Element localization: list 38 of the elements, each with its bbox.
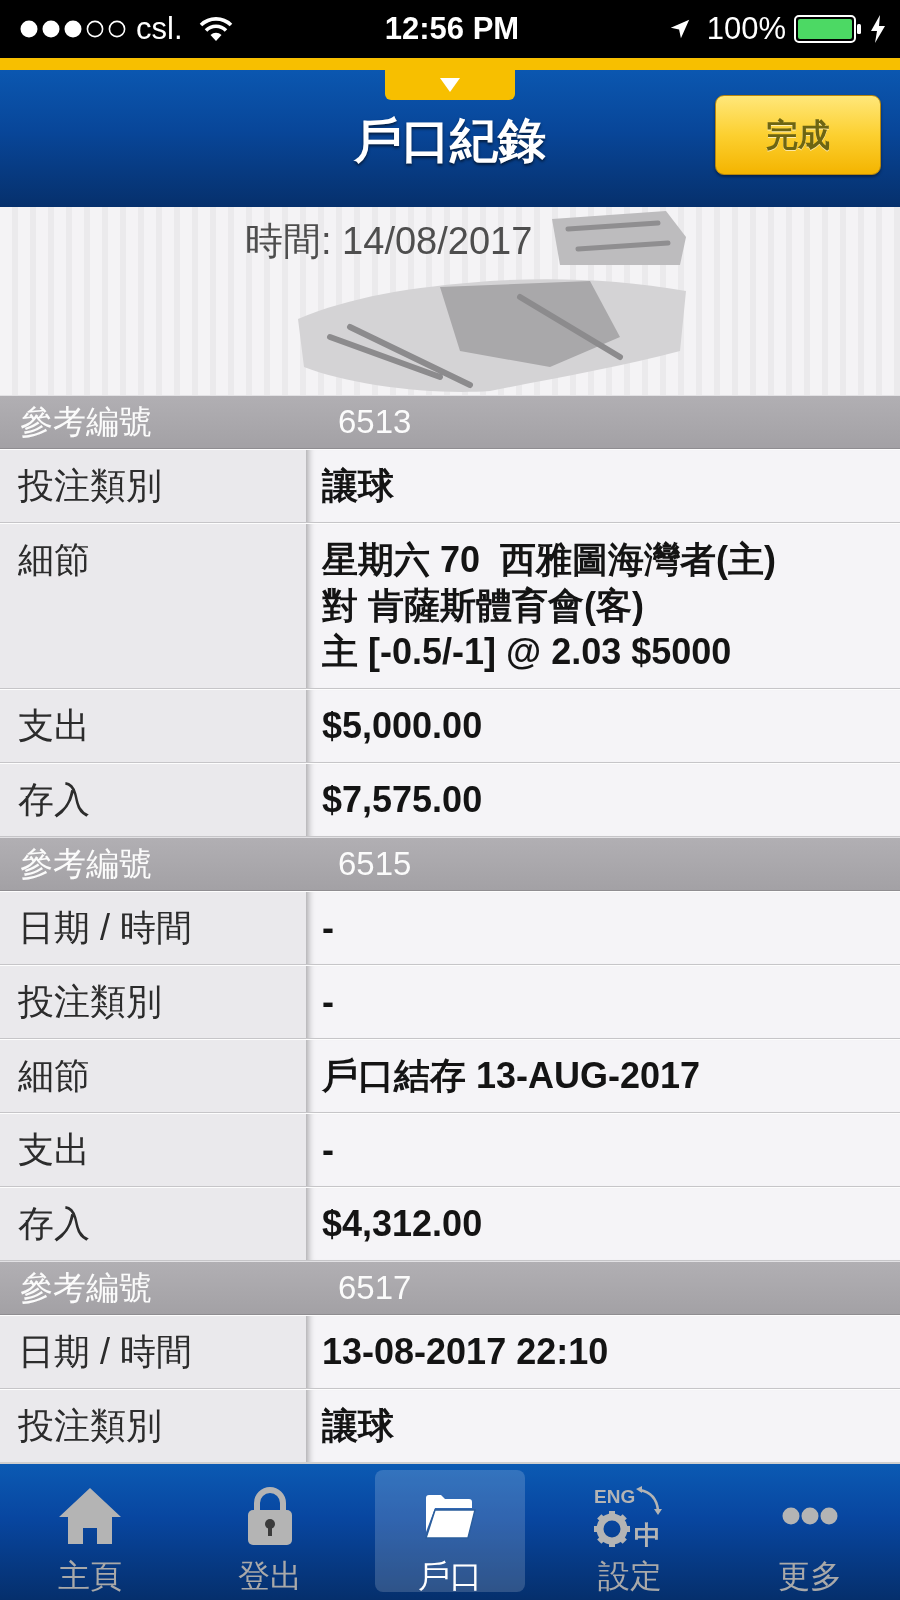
pulldown-tab[interactable] xyxy=(385,70,515,100)
account-tab[interactable]: 戶口 xyxy=(375,1470,525,1592)
receipt-time-text: 時間: 14/08/2017 xyxy=(245,219,533,263)
more-tab[interactable]: 更多 xyxy=(735,1470,885,1592)
folder-icon xyxy=(423,1492,477,1540)
charging-bolt-icon xyxy=(870,15,886,43)
reference-number: 6515 xyxy=(338,844,412,884)
home-tab[interactable]: 主頁 xyxy=(15,1470,165,1592)
battery-percentage: 100% xyxy=(706,9,786,48)
wifi-icon xyxy=(198,16,233,42)
field-label: 日期 / 時間 xyxy=(0,892,306,964)
field-label: 投注類別 xyxy=(0,450,306,522)
field-label: 支出 xyxy=(0,690,306,762)
reference-number: 6517 xyxy=(338,1268,412,1308)
field-label: 日期 / 時間 xyxy=(0,1316,306,1388)
carrier-name: csl. xyxy=(136,9,183,48)
field-label: 細節 xyxy=(0,1040,306,1112)
field-label: 細節 xyxy=(0,524,306,688)
reference-label: 參考編號 xyxy=(19,844,153,884)
field-label: 存入 xyxy=(0,1188,306,1260)
padlock-icon xyxy=(246,1486,294,1546)
field-label: 投注類別 xyxy=(0,966,306,1038)
location-arrow-icon xyxy=(668,18,691,40)
dots-icon xyxy=(782,1507,838,1525)
battery-icon xyxy=(794,15,862,43)
field-label: 支出 xyxy=(0,1114,306,1186)
done-button[interactable]: 完成 xyxy=(715,94,881,175)
page-title: 戶口紀錄 xyxy=(354,112,546,169)
reference-number: 6513 xyxy=(338,402,412,442)
clock-time: 12:56 PM xyxy=(384,9,520,48)
field-label: 投注類別 xyxy=(0,1390,306,1462)
logout-tab[interactable]: 登出 xyxy=(195,1470,345,1592)
house-icon xyxy=(58,1486,122,1546)
reference-label: 參考編號 xyxy=(19,1268,153,1308)
field-label: 存入 xyxy=(0,764,306,836)
reference-label: 參考編號 xyxy=(19,402,153,442)
signal-strength-icon xyxy=(18,18,128,40)
triangle-icon xyxy=(440,78,460,92)
